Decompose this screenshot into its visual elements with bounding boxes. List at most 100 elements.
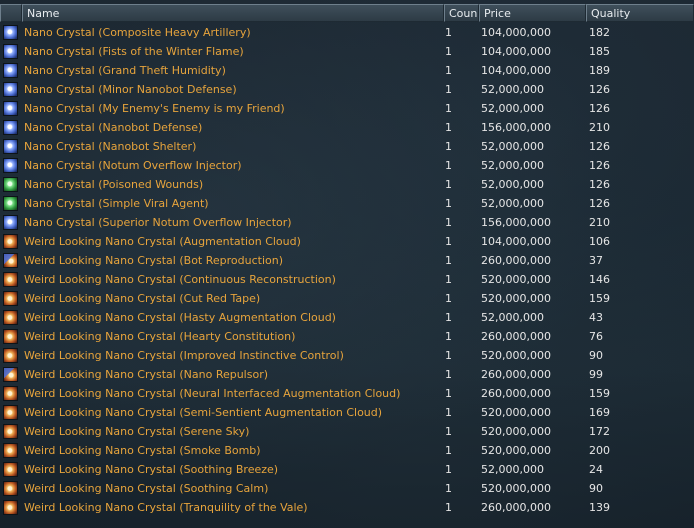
item-count: 1	[445, 368, 452, 381]
item-price: 52,000,000	[481, 83, 544, 96]
item-price: 52,000,000	[481, 197, 544, 210]
item-count: 1	[445, 482, 452, 495]
item-price: 520,000,000	[481, 406, 551, 419]
table-row[interactable]: Nano Crystal (Nanobot Shelter) 1 52,000,00…	[0, 137, 694, 156]
nano-crystal-icon	[3, 120, 18, 135]
item-name: Weird Looking Nano Crystal (Augmentation…	[24, 235, 301, 248]
column-header-icon[interactable]	[0, 4, 22, 22]
item-name: Weird Looking Nano Crystal (Continuous R…	[24, 273, 336, 286]
item-quality: 210	[589, 216, 610, 229]
column-header-name[interactable]: Name	[22, 4, 444, 22]
item-name: Nano Crystal (Nanobot Shelter)	[24, 140, 197, 153]
item-price: 260,000,000	[481, 330, 551, 343]
item-name: Weird Looking Nano Crystal (Semi-Sentien…	[24, 406, 383, 419]
item-price: 52,000,000	[481, 140, 544, 153]
item-quality: 99	[589, 368, 603, 381]
item-price: 520,000,000	[481, 273, 551, 286]
item-name: Nano Crystal (Minor Nanobot Defense)	[24, 83, 237, 96]
table-row[interactable]: Weird Looking Nano Crystal (Soothing Bre…	[0, 460, 694, 479]
nano-crystal-icon	[3, 481, 18, 496]
item-quality: 90	[589, 482, 603, 495]
item-name: Weird Looking Nano Crystal (Improved Ins…	[24, 349, 344, 362]
nano-crystal-icon	[3, 101, 18, 116]
nano-crystal-icon	[3, 405, 18, 420]
table-row[interactable]: Weird Looking Nano Crystal (Hasty Augmen…	[0, 308, 694, 327]
nano-crystal-icon	[3, 158, 18, 173]
item-count: 1	[445, 121, 452, 134]
item-name: Nano Crystal (Nanobot Defense)	[24, 121, 203, 134]
table-row[interactable]: Nano Crystal (Poisoned Wounds) 1 52,000,00…	[0, 175, 694, 194]
item-name: Weird Looking Nano Crystal (Tranquility …	[24, 501, 308, 514]
item-quality: 24	[589, 463, 603, 476]
table-row[interactable]: Weird Looking Nano Crystal (Serene Sky) 1…	[0, 422, 694, 441]
column-header-quality[interactable]: Quality	[586, 4, 694, 22]
item-price: 260,000,000	[481, 387, 551, 400]
table-row[interactable]: Nano Crystal (Minor Nanobot Defense) 1 52,…	[0, 80, 694, 99]
item-name: Weird Looking Nano Crystal (Cut Red Tape…	[24, 292, 261, 305]
table-row[interactable]: Weird Looking Nano Crystal (Soothing Cal…	[0, 479, 694, 498]
item-count: 1	[445, 254, 452, 267]
table-row[interactable]: Weird Looking Nano Crystal (Augmentation…	[0, 232, 694, 251]
table-row[interactable]: Weird Looking Nano Crystal (Smoke Bomb) 1…	[0, 441, 694, 460]
table-row[interactable]: Nano Crystal (Composite Heavy Artillery)…	[0, 23, 694, 42]
item-price: 104,000,000	[481, 45, 551, 58]
item-name: Weird Looking Nano Crystal (Soothing Bre…	[24, 463, 279, 476]
item-count: 1	[445, 463, 452, 476]
item-quality: 159	[589, 292, 610, 305]
item-quality: 126	[589, 83, 610, 96]
table-row[interactable]: Weird Looking Nano Crystal (Improved Ins…	[0, 346, 694, 365]
column-header-count[interactable]: Coun	[444, 4, 479, 22]
table-row[interactable]: Nano Crystal (Fists of the Winter Flame)…	[0, 42, 694, 61]
nano-crystal-icon	[3, 139, 18, 154]
item-name: Weird Looking Nano Crystal (Smoke Bomb)	[24, 444, 261, 457]
table-row[interactable]: Nano Crystal (My Enemy's Enemy is my Fri…	[0, 99, 694, 118]
item-count: 1	[445, 64, 452, 77]
table-row[interactable]: Weird Looking Nano Crystal (Continuous R…	[0, 270, 694, 289]
item-name: Weird Looking Nano Crystal (Bot Reproduc…	[24, 254, 284, 267]
table-row[interactable]: Weird Looking Nano Crystal (Tranquility …	[0, 498, 694, 517]
table-row[interactable]: Weird Looking Nano Crystal (Cut Red Tape…	[0, 289, 694, 308]
item-count: 1	[445, 26, 452, 39]
nano-crystal-icon	[3, 424, 18, 439]
table-row[interactable]: Nano Crystal (Nanobot Defense) 1 156,000,0…	[0, 118, 694, 137]
item-price: 52,000,000	[481, 159, 544, 172]
item-quality: 126	[589, 159, 610, 172]
item-count: 1	[445, 178, 452, 191]
item-quality: 126	[589, 102, 610, 115]
item-name: Weird Looking Nano Crystal (Serene Sky)	[24, 425, 250, 438]
item-count: 1	[445, 197, 452, 210]
item-price: 260,000,000	[481, 501, 551, 514]
item-count: 1	[445, 387, 452, 400]
item-quality: 126	[589, 178, 610, 191]
table-row[interactable]: Nano Crystal (Simple Viral Agent) 1 52,000…	[0, 194, 694, 213]
table-row[interactable]: Weird Looking Nano Crystal (Semi-Sentien…	[0, 403, 694, 422]
item-name: Weird Looking Nano Crystal (Soothing Cal…	[24, 482, 269, 495]
nano-crystal-icon	[3, 348, 18, 363]
table-row[interactable]: Nano Crystal (Notum Overflow Injector) 1 5…	[0, 156, 694, 175]
table-row[interactable]: Weird Looking Nano Crystal (Bot Reproduc…	[0, 251, 694, 270]
item-count: 1	[445, 425, 452, 438]
table-row[interactable]: Weird Looking Nano Crystal (Hearty Const…	[0, 327, 694, 346]
table-row[interactable]: Weird Looking Nano Crystal (Neural Inter…	[0, 384, 694, 403]
item-quality: 182	[589, 26, 610, 39]
nano-crystal-icon	[3, 215, 18, 230]
item-price: 52,000,000	[481, 311, 544, 324]
item-count: 1	[445, 292, 452, 305]
item-quality: 189	[589, 64, 610, 77]
nano-crystal-icon	[3, 25, 18, 40]
item-price: 104,000,000	[481, 26, 551, 39]
item-count: 1	[445, 349, 452, 362]
nano-crystal-icon	[3, 234, 18, 249]
item-count: 1	[445, 216, 452, 229]
item-quality: 200	[589, 444, 610, 457]
nano-crystal-icon	[3, 291, 18, 306]
table-row[interactable]: Weird Looking Nano Crystal (Nano Repulso…	[0, 365, 694, 384]
table-row[interactable]: Nano Crystal (Superior Notum Overflow In…	[0, 213, 694, 232]
column-header-price[interactable]: Price	[479, 4, 586, 22]
nano-crystal-icon	[3, 63, 18, 78]
item-price: 52,000,000	[481, 463, 544, 476]
item-quality: 139	[589, 501, 610, 514]
item-table: Name Coun Price Quality Nano Crystal (Co…	[0, 0, 694, 515]
table-row[interactable]: Nano Crystal (Grand Theft Humidity) 1 104,…	[0, 61, 694, 80]
item-name: Nano Crystal (Grand Theft Humidity)	[24, 64, 226, 77]
